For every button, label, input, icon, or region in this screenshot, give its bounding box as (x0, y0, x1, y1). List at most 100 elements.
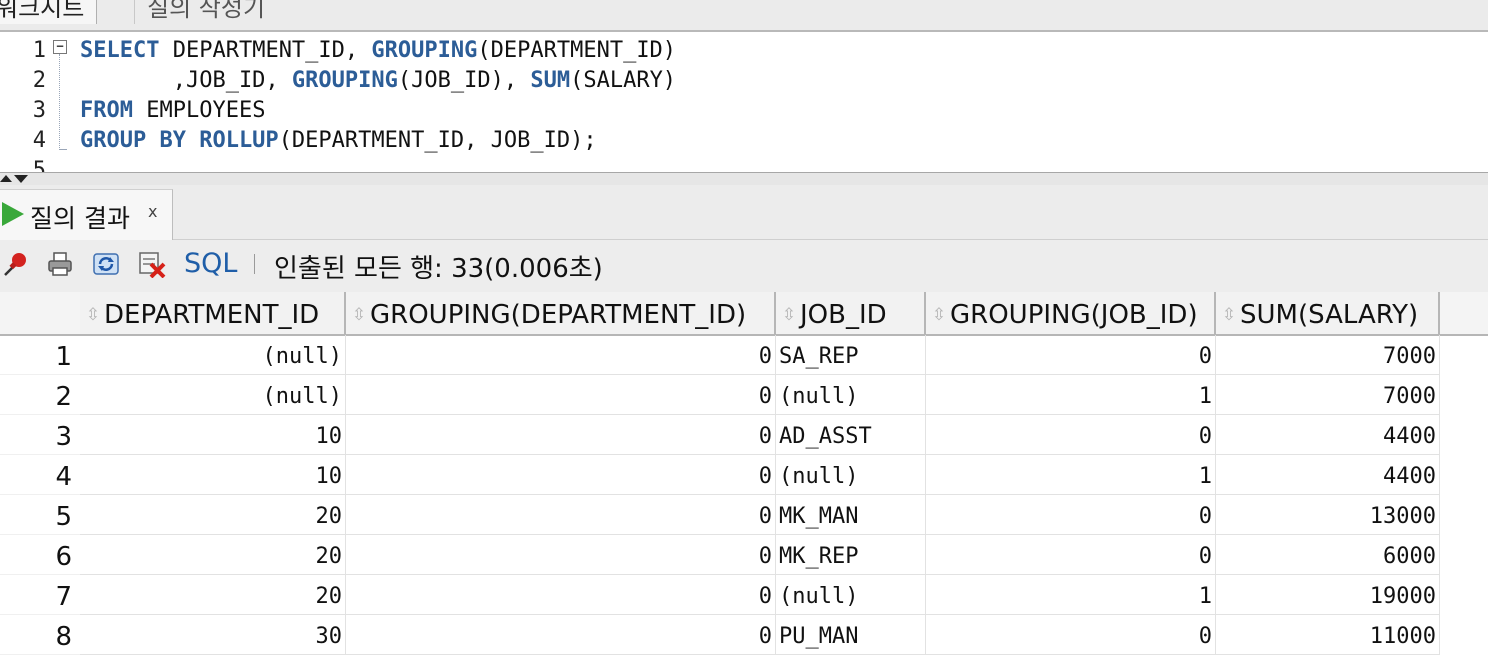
tab-worksheet[interactable]: 워크시트 (0, 0, 98, 24)
table-cell[interactable]: 19000 (1216, 575, 1440, 615)
sql-text: (DEPARTMENT_ID) (477, 38, 677, 63)
sort-icon[interactable]: ⇳ (931, 292, 947, 334)
splitter-down-arrow-icon[interactable] (14, 175, 28, 183)
table-cell[interactable]: 20 (80, 535, 346, 575)
sort-icon[interactable]: ⇳ (85, 292, 101, 334)
line-number: 4 (32, 128, 46, 153)
table-cell[interactable]: (null) (80, 335, 346, 375)
splitter-up-arrow-icon[interactable] (0, 175, 12, 182)
play-icon (2, 202, 24, 226)
sql-button[interactable]: SQL (184, 248, 237, 279)
column-header-label: DEPARTMENT_ID (104, 300, 320, 330)
row-number[interactable]: 3 (0, 415, 80, 455)
table-cell[interactable]: 30 (80, 615, 346, 655)
table-cell[interactable]: 11000 (1216, 615, 1440, 655)
tab-query-result[interactable]: 질의 결과 x (0, 189, 173, 240)
table-cell[interactable]: 13000 (1216, 495, 1440, 535)
code-line[interactable]: ,JOB_ID, GROUPING(JOB_ID), SUM(SALARY) (80, 68, 676, 93)
row-number[interactable]: 1 (0, 335, 80, 375)
toolbar-divider (254, 254, 255, 274)
sql-keyword: GROUP BY ROLLUP (80, 128, 279, 153)
code-line[interactable]: FROM EMPLOYEES (80, 98, 265, 123)
table-cell[interactable]: SA_REP (776, 335, 926, 375)
table-cell[interactable]: 0 (926, 615, 1216, 655)
column-header-label: SUM(SALARY) (1240, 300, 1419, 330)
table-cell[interactable]: (null) (776, 375, 926, 415)
table-cell[interactable]: (null) (80, 375, 346, 415)
sql-editor[interactable]: 12345 − SELECT DEPARTMENT_ID, GROUPING(D… (0, 32, 1488, 173)
table-cell[interactable]: 10 (80, 455, 346, 495)
print-icon[interactable] (46, 250, 74, 278)
column-header[interactable]: ⇳ DEPARTMENT_ID (80, 292, 346, 334)
table-cell[interactable]: 0 (346, 375, 776, 415)
table-cell[interactable]: 0 (926, 415, 1216, 455)
table-cell[interactable]: 1 (926, 455, 1216, 495)
pin-icon[interactable] (2, 250, 30, 278)
table-cell[interactable]: 10 (80, 415, 346, 455)
sort-icon[interactable]: ⇳ (1221, 292, 1237, 334)
sql-keyword: GROUPING (371, 38, 478, 63)
refresh-icon[interactable] (92, 250, 120, 278)
sql-keyword: GROUPING (291, 68, 398, 93)
table-cell[interactable]: 0 (346, 575, 776, 615)
close-icon[interactable]: x (148, 202, 157, 221)
line-number: 3 (32, 98, 46, 123)
table-cell[interactable]: 7000 (1216, 375, 1440, 415)
grid-header-row: ⇳ DEPARTMENT_ID ⇳ GROUPING(DEPARTMENT_ID) ⇳ J… (0, 292, 1488, 336)
row-number[interactable]: 6 (0, 535, 80, 575)
column-header[interactable]: ⇳ JOB_ID (776, 292, 926, 334)
table-row[interactable]: 6 20 0 MK_REP 0 6000 (0, 535, 1488, 575)
sort-icon[interactable]: ⇳ (351, 292, 367, 334)
table-cell[interactable]: (null) (776, 455, 926, 495)
sort-icon[interactable]: ⇳ (781, 292, 797, 334)
table-cell[interactable]: 6000 (1216, 535, 1440, 575)
table-cell[interactable]: 0 (346, 615, 776, 655)
table-cell[interactable]: PU_MAN (776, 615, 926, 655)
column-header-label: GROUPING(JOB_ID) (950, 300, 1198, 330)
table-cell[interactable]: 4400 (1216, 415, 1440, 455)
row-number[interactable]: 8 (0, 615, 80, 655)
row-number[interactable]: 4 (0, 455, 80, 495)
row-number[interactable]: 7 (0, 575, 80, 615)
table-cell[interactable]: MK_MAN (776, 495, 926, 535)
column-header[interactable]: ⇳ GROUPING(JOB_ID) (926, 292, 1216, 334)
table-cell[interactable]: 0 (926, 335, 1216, 375)
table-row[interactable]: 8 30 0 PU_MAN 0 11000 (0, 615, 1488, 655)
row-number[interactable]: 2 (0, 375, 80, 415)
table-cell[interactable]: 1 (926, 375, 1216, 415)
sql-text: (JOB_ID), (397, 68, 531, 93)
table-cell[interactable]: 20 (80, 495, 346, 535)
table-cell[interactable]: 0 (346, 415, 776, 455)
table-cell[interactable]: 7000 (1216, 335, 1440, 375)
table-cell[interactable]: 1 (926, 575, 1216, 615)
pane-splitter[interactable] (0, 172, 1488, 186)
fold-collapse-icon[interactable]: − (53, 40, 67, 54)
table-row[interactable]: 1 (null) 0 SA_REP 0 7000 (0, 335, 1488, 375)
table-cell[interactable]: 4400 (1216, 455, 1440, 495)
table-row[interactable]: 7 20 0 (null) 1 19000 (0, 575, 1488, 615)
table-row[interactable]: 5 20 0 MK_MAN 0 13000 (0, 495, 1488, 535)
table-cell[interactable]: 0 (346, 335, 776, 375)
tab-query-builder[interactable]: 질의 작성기 (134, 0, 277, 24)
table-cell[interactable]: MK_REP (776, 535, 926, 575)
result-toolbar: SQL 인출된 모든 행: 33(0.006초) (0, 240, 1488, 293)
table-cell[interactable]: 0 (926, 495, 1216, 535)
table-cell[interactable]: (null) (776, 575, 926, 615)
column-header[interactable]: ⇳ SUM(SALARY) (1216, 292, 1440, 334)
table-cell[interactable]: 0 (346, 455, 776, 495)
row-number[interactable]: 5 (0, 495, 80, 535)
table-row[interactable]: 3 10 0 AD_ASST 0 4400 (0, 415, 1488, 455)
code-line[interactable]: SELECT DEPARTMENT_ID, GROUPING(DEPARTMEN… (80, 38, 676, 63)
delete-icon[interactable] (138, 250, 166, 278)
table-cell[interactable]: 20 (80, 575, 346, 615)
fold-guide-end (59, 149, 67, 150)
code-line[interactable]: GROUP BY ROLLUP(DEPARTMENT_ID, JOB_ID); (80, 128, 597, 153)
table-cell[interactable]: 0 (926, 535, 1216, 575)
table-row[interactable]: 2 (null) 0 (null) 1 7000 (0, 375, 1488, 415)
result-tabbar: 질의 결과 x (0, 185, 1488, 240)
table-row[interactable]: 4 10 0 (null) 1 4400 (0, 455, 1488, 495)
column-header[interactable]: ⇳ GROUPING(DEPARTMENT_ID) (346, 292, 776, 334)
table-cell[interactable]: 0 (346, 535, 776, 575)
table-cell[interactable]: 0 (346, 495, 776, 535)
table-cell[interactable]: AD_ASST (776, 415, 926, 455)
